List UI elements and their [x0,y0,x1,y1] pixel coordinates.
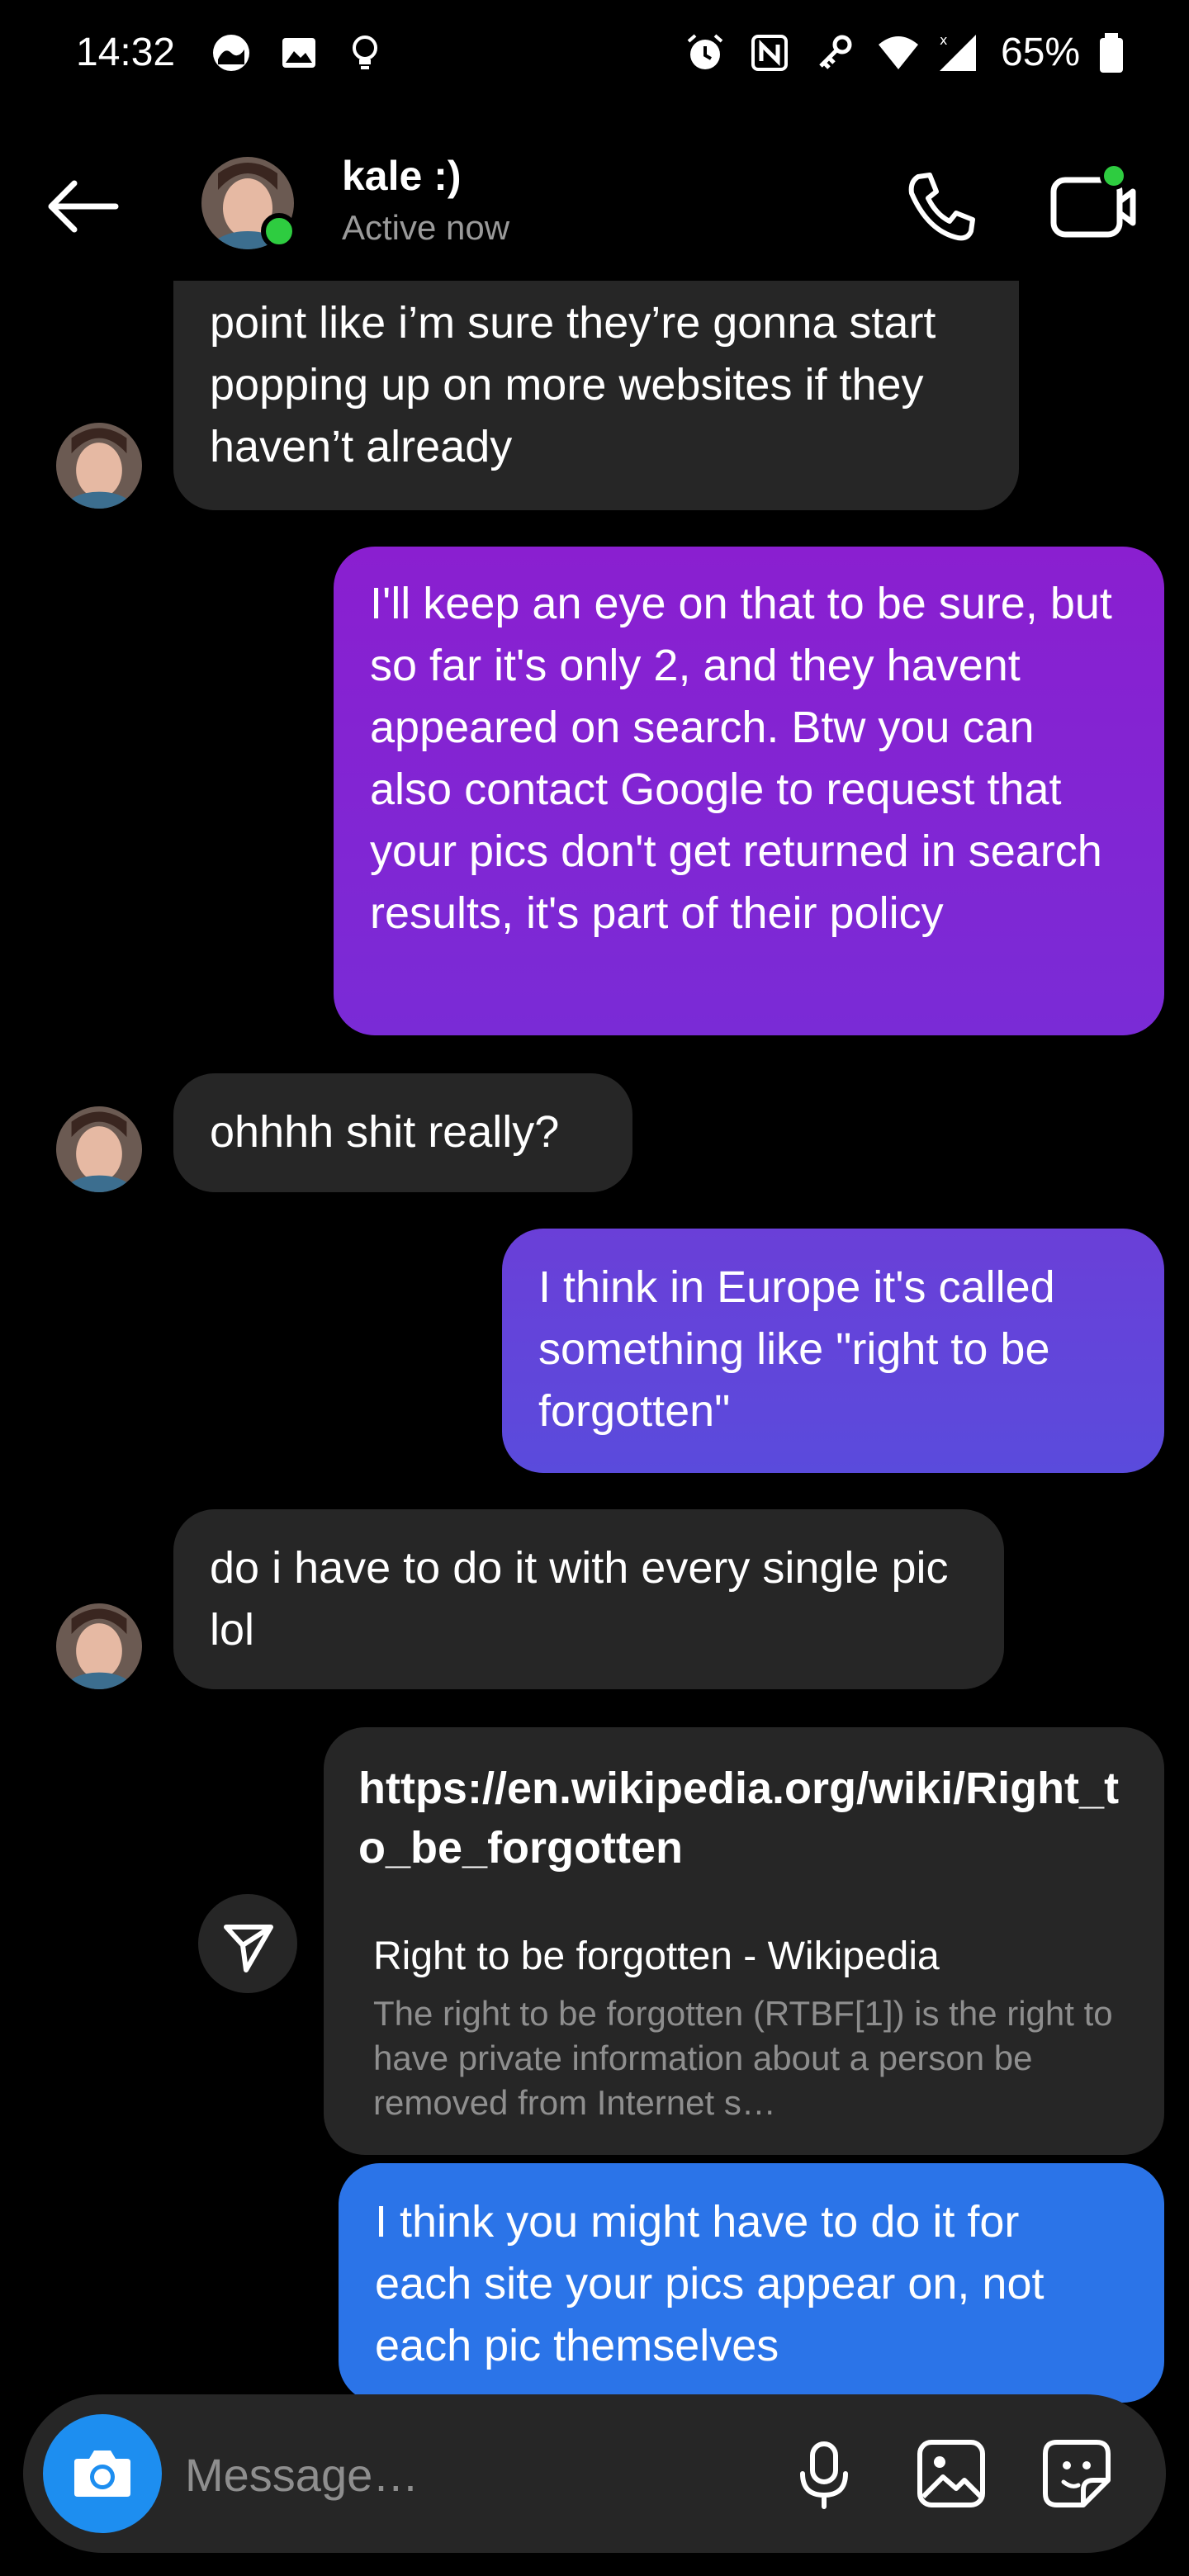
phone-icon[interactable] [900,165,983,248]
share-button[interactable] [198,1894,297,1993]
message-text: ohhhh shit really? [210,1107,560,1157]
message-text: I think you might have to do it for each… [375,2197,1045,2370]
contact-status: Active now [342,208,510,247]
sender-avatar[interactable] [56,1106,142,1192]
alarm-icon [687,34,723,69]
send-icon [224,1925,273,1972]
signal-icon: x [940,32,976,71]
camera-icon [74,2451,130,2497]
gallery-icon[interactable] [910,2432,992,2515]
link-title: Right to be forgotten - Wikipedia [373,1934,940,1978]
message-composer [23,2394,1166,2553]
link-url[interactable]: https://en.wikipedia.org/wiki/Right_to_b… [358,1759,1143,1878]
sender-avatar[interactable] [56,1603,142,1689]
message-text: I'll keep an eye on that to be sure, but… [370,579,1112,938]
chat-header: kale :) Active now [0,132,1189,281]
online-indicator [261,213,297,249]
back-arrow-icon[interactable] [41,165,132,248]
contact-name[interactable]: kale :) [342,152,462,200]
nfc-icon [751,35,788,71]
key-icon [819,35,852,69]
link-description: The right to be forgotten (RTBF[1]) is t… [373,1994,1113,2122]
status-bar: 14:32 x 65% [0,0,1189,116]
status-time: 14:32 [76,31,176,74]
wifi-icon [879,36,918,69]
message-incoming[interactable]: do i have to do it with every single pic… [173,1509,1004,1689]
sender-avatar[interactable] [56,423,142,509]
message-incoming[interactable]: ohhhh shit really? [173,1073,632,1192]
battery-percent: 65% [1001,31,1081,74]
message-text: do i have to do it with every single pic… [210,1543,949,1655]
bulb-icon [353,36,377,69]
threads-icon [213,35,249,71]
message-outgoing[interactable]: I think in Europe it's called something … [502,1229,1164,1473]
message-outgoing[interactable]: I'll keep an eye on that to be sure, but… [334,547,1164,1035]
svg-text:x: x [940,32,947,48]
message-incoming[interactable]: point like i’m sure they’re gonna start … [173,248,1019,510]
message-input[interactable] [185,2437,779,2512]
microphone-icon[interactable] [783,2432,865,2515]
message-text: I think in Europe it's called something … [538,1262,1055,1436]
message-outgoing[interactable]: I think you might have to do it for each… [339,2163,1164,2403]
sticker-icon[interactable] [1035,2432,1118,2515]
video-online-indicator [1100,162,1128,190]
link-preview-card[interactable]: https://en.wikipedia.org/wiki/Right_to_b… [324,1727,1164,2155]
battery-icon [1100,33,1123,73]
message-text: point like i’m sure they’re gonna start … [210,298,936,471]
camera-button[interactable] [43,2414,162,2533]
image-icon [282,38,315,68]
